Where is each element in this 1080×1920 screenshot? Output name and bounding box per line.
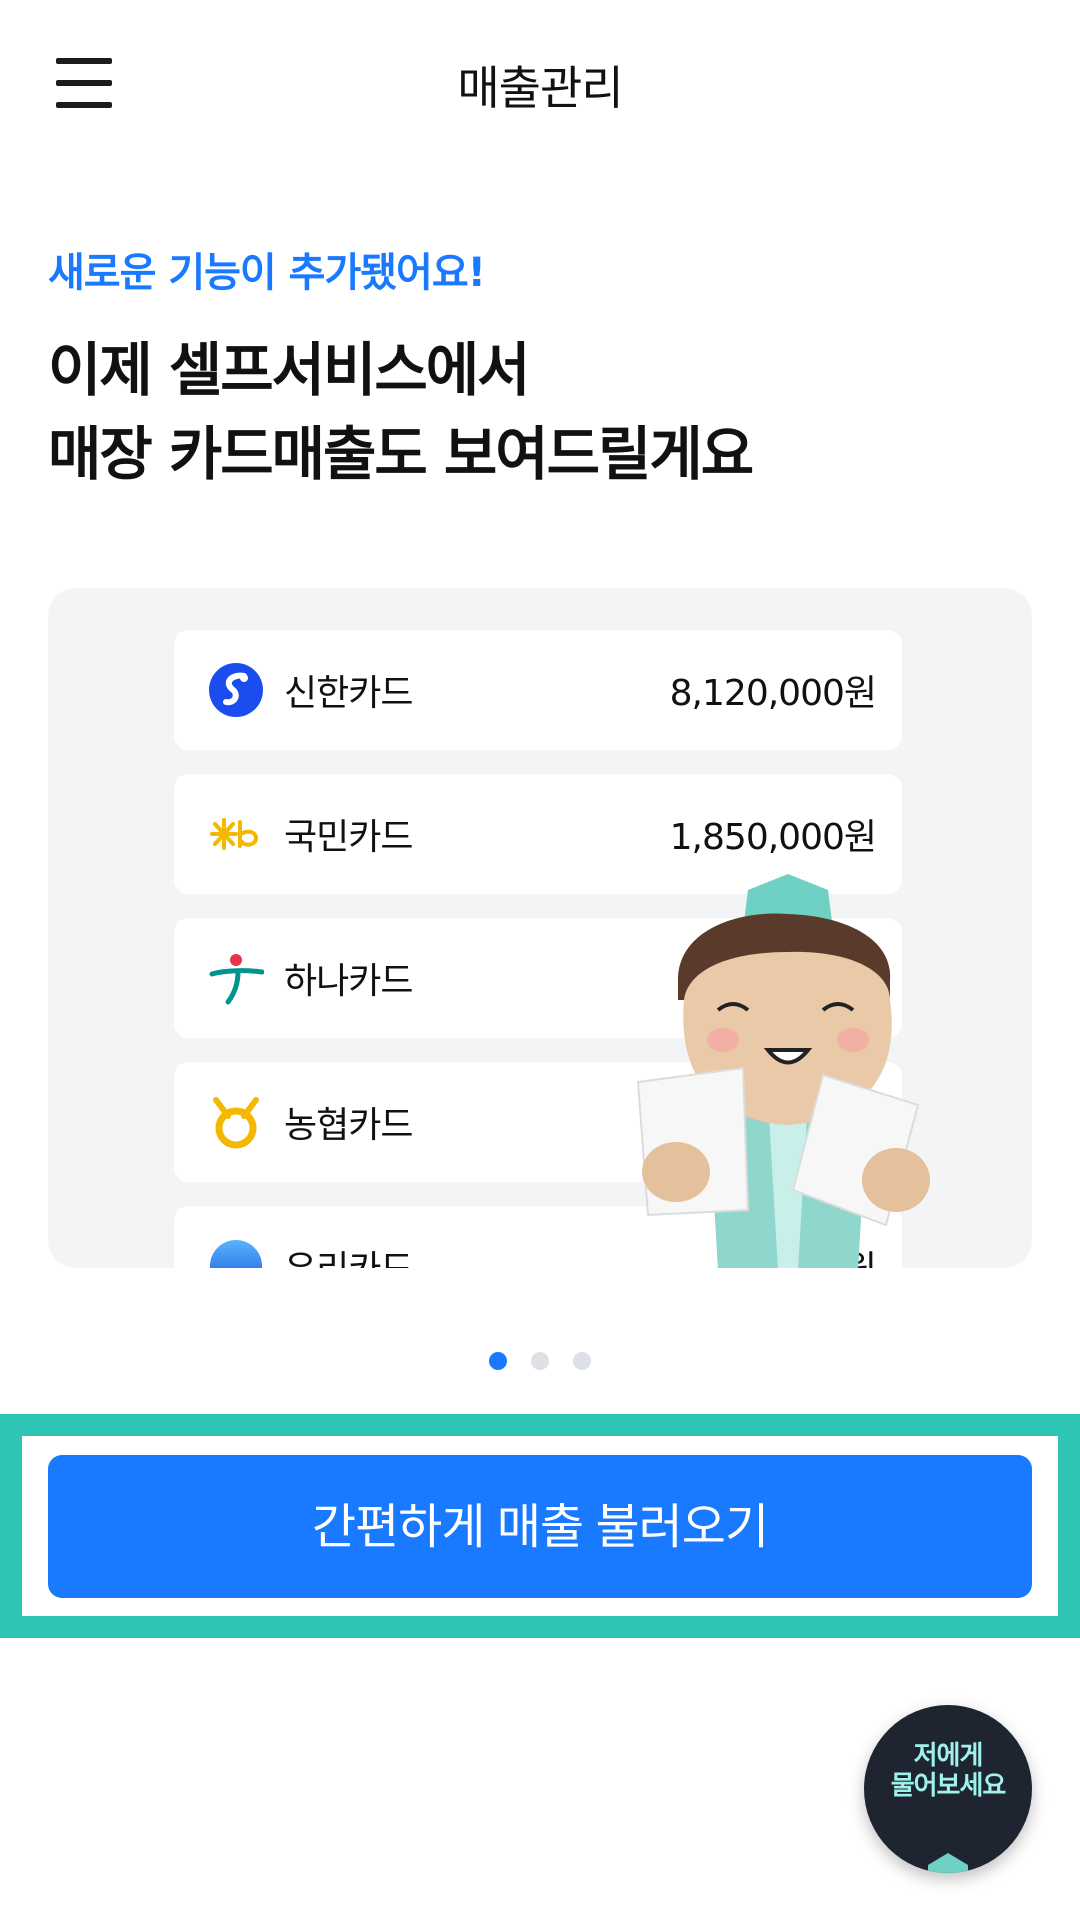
card-amount: 1,850,000원 (669, 817, 877, 858)
card-row-shinhan: 신한카드 8,120,000원 (174, 630, 902, 750)
pager-dot[interactable] (531, 1352, 549, 1370)
new-feature-subtitle: 새로운 기능이 추가됐어요! (48, 250, 486, 296)
nh-card-logo-icon (213, 1097, 259, 1149)
shinhan-card-logo-icon (209, 663, 263, 717)
page-title: 매출관리 (457, 61, 623, 115)
card-name: 하나카드 (284, 961, 413, 1002)
headline-line-2: 매장 카드매출도 보여드릴게요 (48, 420, 754, 488)
kb-card-logo-icon (210, 818, 259, 850)
pager-dot-active[interactable] (489, 1352, 507, 1370)
card-name: 국민카드 (284, 817, 413, 858)
carousel-pager (0, 1352, 1080, 1372)
app-header: 매출관리 (0, 0, 1080, 170)
woori-card-logo-icon (210, 1240, 262, 1268)
pager-dot[interactable] (573, 1352, 591, 1370)
mascot-character-illustration (636, 874, 930, 1268)
card-name: 신한카드 (284, 673, 413, 714)
chat-label-line-2: 물어보세요 (890, 1771, 1007, 1801)
card-amount: 8,120,000원 (669, 673, 877, 714)
hana-card-logo-icon (209, 954, 264, 1005)
headline: 이제 셀프서비스에서 매장 카드매출도 보여드릴게요 (48, 328, 754, 496)
ask-me-chat-button[interactable]: 저에게 물어보세요 (864, 1705, 1032, 1873)
chat-label-line-1: 저에게 (913, 1741, 984, 1771)
mascot-hat-icon (928, 1853, 968, 1873)
card-name: 농협카드 (284, 1105, 413, 1146)
card-sales-preview-panel: 신한카드 8,120,000원 국민카드 1,850,000원 하나카드 8원 (48, 588, 1032, 1268)
card-name: 우리카드 (284, 1240, 413, 1268)
chat-button-label: 저에게 물어보세요 (864, 1741, 1032, 1801)
headline-line-1: 이제 셀프서비스에서 (48, 336, 530, 404)
load-sales-button[interactable]: 간편하게 매출 불러오기 (48, 1455, 1032, 1598)
